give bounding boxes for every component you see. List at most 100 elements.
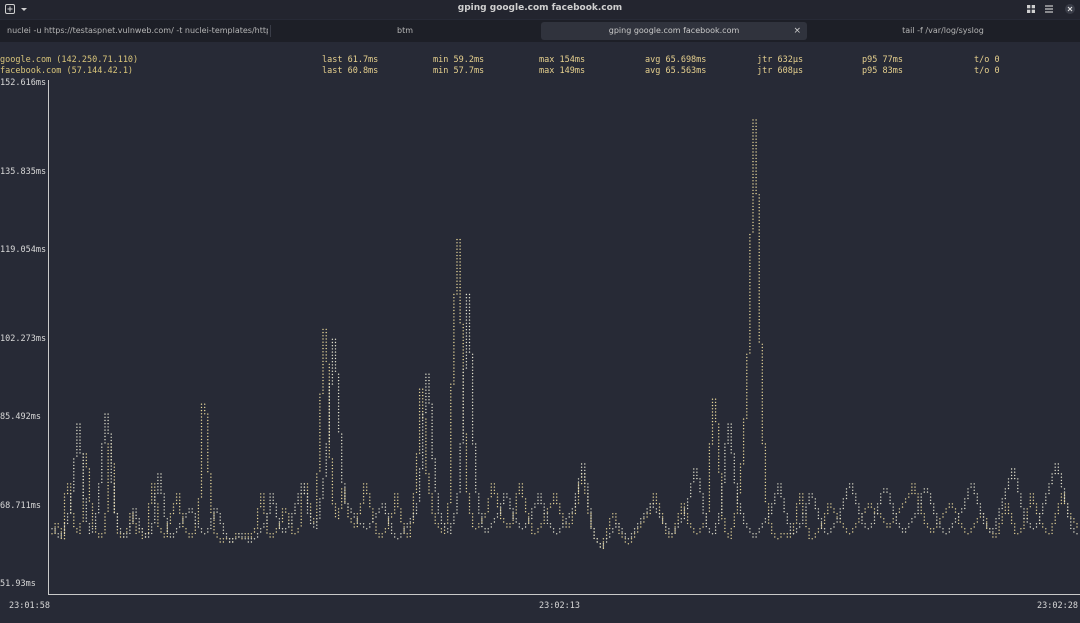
data-point [764,521,767,523]
data-point [425,424,427,427]
data-point [459,465,461,468]
data-point [1017,478,1019,480]
data-point [618,529,620,531]
data-point [478,502,480,505]
data-point [736,509,739,511]
data-point [200,464,203,466]
data-point [590,521,592,523]
data-point [132,519,134,521]
data-point [73,474,75,476]
data-point [175,502,178,505]
data-point [453,519,455,521]
data-point [425,411,427,414]
data-point [107,481,109,484]
data-point [761,414,763,416]
data-point [456,251,458,254]
data-point [456,286,458,289]
data-point [792,533,795,535]
data-point [175,493,178,495]
data-point [845,528,848,530]
data-point [54,526,56,528]
data-point [381,506,383,508]
data-point [718,423,720,425]
data-point [138,531,140,533]
data-point [431,435,433,437]
data-point [593,537,595,540]
data-point [381,533,383,535]
data-point [468,319,471,321]
data-point [266,519,268,521]
data-point [350,518,352,520]
data-point [322,351,324,353]
data-point [160,479,162,482]
data-point [135,517,137,520]
data-point [453,335,455,337]
data-point [300,496,302,498]
data-point [113,466,116,468]
data-point [471,513,474,515]
data-point [200,528,203,530]
data-point [79,532,81,535]
data-point [418,487,421,489]
data-point [693,531,695,533]
data-point [475,491,477,493]
data-point [269,509,271,511]
data-point [450,428,452,430]
data-point [213,517,215,520]
data-point [462,371,464,374]
data-point [415,491,418,494]
data-point [562,526,564,528]
data-point [331,496,334,499]
data-point [637,531,639,533]
data-point [848,483,851,485]
data-point [727,436,729,438]
data-point [450,463,452,465]
data-point [481,513,483,515]
data-point [462,407,464,409]
data-point [475,449,477,452]
data-point [665,526,667,528]
data-point [746,353,748,355]
data-point [456,242,458,244]
data-point [761,359,763,361]
data-point [465,436,468,438]
data-point [428,386,430,388]
data-point [107,413,109,415]
data-point [742,519,745,521]
data-point [755,170,757,172]
data-point [1032,528,1035,530]
data-point [387,519,390,521]
data-point [767,513,770,515]
data-point [325,347,327,350]
data-point [138,521,140,523]
data-point [288,516,290,518]
data-point [842,507,844,510]
data-point [344,492,346,495]
data-point [325,443,327,445]
data-point [739,509,742,511]
data-point [163,533,165,535]
data-point [718,471,720,473]
data-point [861,522,863,525]
data-point [1038,513,1041,515]
data-point [537,528,539,530]
data-point [331,370,334,372]
data-point [322,379,324,382]
data-point [761,388,763,390]
data-point [605,531,608,533]
data-point [718,461,720,464]
data-point [833,526,835,528]
data-point [166,535,168,538]
data-point [1023,511,1025,513]
data-point [845,497,848,500]
data-point [552,528,555,530]
data-point [758,318,760,321]
data-point [372,508,374,510]
data-point [484,531,486,533]
data-point [362,526,365,528]
data-point [450,431,452,433]
data-point [450,457,452,459]
data-point [1020,506,1022,508]
data-point [147,512,150,515]
data-point [736,486,739,488]
